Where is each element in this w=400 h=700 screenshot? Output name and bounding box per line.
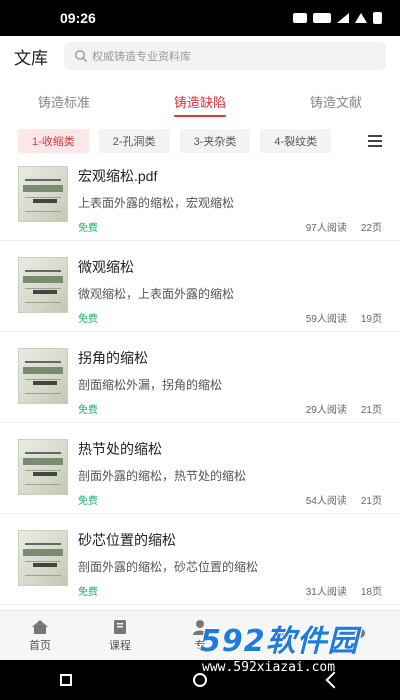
watermark-brand: 592软件园 [200,624,359,659]
category-tabs: 铸造标准 铸造缺陷 铸造文献 [0,80,400,122]
read-count: 31人阅读 [305,587,347,598]
nav-course-label: 课程 [109,639,131,652]
read-count: 59人阅读 [305,314,347,325]
search-bar[interactable]: 权威铸造专业资料库 [64,42,386,70]
document-thumbnail [18,166,68,222]
list-item[interactable]: 热节处的缩松 剖面外露的缩松，热节处的缩松 免费 54人阅读 21页 [0,423,400,514]
item-title: 宏观缩松.pdf [78,168,158,184]
page-count: 21页 [360,405,382,416]
volte-icon [313,13,331,23]
top-bar: 文库 权威铸造专业资料库 [0,36,400,76]
signal-icon [337,13,349,23]
item-title: 热节处的缩松 [78,441,162,457]
status-time: 09:26 [60,10,96,26]
nav-home-label: 首页 [29,639,51,652]
tab-casting-literature[interactable]: 铸造文献 [310,84,362,119]
course-icon [114,619,126,634]
page-count: 18页 [360,587,382,598]
page-count: 19页 [360,314,382,325]
price-badge: 免费 [78,314,98,325]
home-icon [32,619,48,634]
tab-casting-defects[interactable]: 铸造缺陷 [173,84,227,119]
page-count: 22页 [360,223,382,234]
document-thumbnail [18,348,68,404]
search-icon [75,50,87,62]
item-description: 剖面外露的缩松，砂芯位置的缩松 [78,560,259,574]
document-thumbnail [18,257,68,313]
document-list: 宏观缩松.pdf 上表面外露的缩松，宏观缩松 免费 97人阅读 22页 微观缩松 … [0,150,400,605]
read-count: 54人阅读 [305,496,347,507]
item-description: 上表面外露的缩松，宏观缩松 [78,196,235,210]
nav-course[interactable]: 课程 [80,611,160,660]
watermark-url: www.592xiazai.com [202,660,336,675]
tab-casting-standards[interactable]: 铸造标准 [38,84,90,119]
document-thumbnail [18,439,68,495]
item-description: 微观缩松，上表面外露的缩松 [78,287,235,301]
wifi-icon [355,13,367,23]
status-bar: 09:26 [0,0,400,36]
list-item[interactable]: 拐角的缩松 剖面缩松外漏，拐角的缩松 免费 29人阅读 21页 [0,332,400,423]
price-badge: 免费 [78,405,98,416]
sim-icon [293,13,307,23]
nav-home[interactable]: 首页 [0,611,80,660]
menu-icon[interactable] [368,135,382,147]
item-title: 拐角的缩松 [78,350,148,366]
item-description: 剖面外露的缩松，热节处的缩松 [78,469,247,483]
price-badge: 免费 [78,223,98,234]
page-title: 文库 [14,48,48,68]
status-icons [293,12,382,24]
battery-icon [373,12,382,24]
price-badge: 免费 [78,587,98,598]
document-thumbnail [18,530,68,586]
recent-apps-icon[interactable] [60,674,73,686]
watermark: 592软件园 www.592xiazai.com [200,616,390,690]
list-item[interactable]: 微观缩松 微观缩松，上表面外露的缩松 免费 59人阅读 19页 [0,241,400,332]
list-item[interactable]: 砂芯位置的缩松 剖面外露的缩松，砂芯位置的缩松 免费 31人阅读 18页 [0,514,400,605]
list-item[interactable]: 宏观缩松.pdf 上表面外露的缩松，宏观缩松 免费 97人阅读 22页 [0,150,400,241]
read-count: 29人阅读 [305,405,347,416]
read-count: 97人阅读 [305,223,347,234]
item-description: 剖面缩松外漏，拐角的缩松 [78,378,223,392]
item-title: 微观缩松 [78,259,134,275]
item-title: 砂芯位置的缩松 [78,532,176,548]
price-badge: 免费 [78,496,98,507]
search-placeholder: 权威铸造专业资料库 [92,51,191,63]
page-count: 21页 [360,496,382,507]
